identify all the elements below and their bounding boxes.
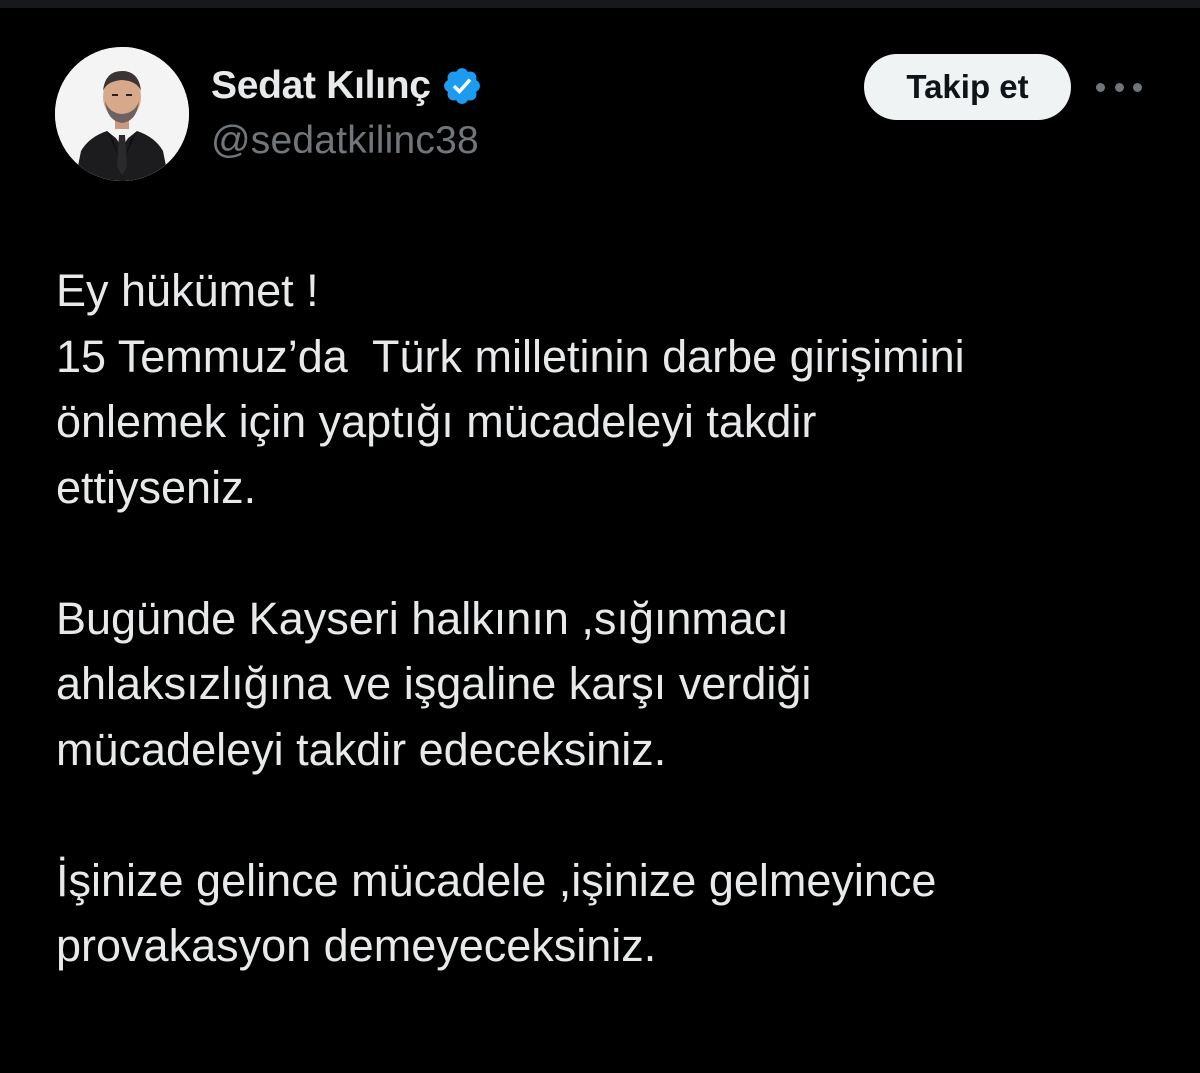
more-dot [1133, 82, 1142, 92]
top-divider [0, 0, 1200, 8]
tweet-line: İşinize gelince mücadele ,işinize gelmey… [56, 854, 937, 906]
author-display-name[interactable]: Sedat Kılınç [211, 64, 431, 108]
avatar-photo [55, 47, 189, 181]
avatar[interactable] [55, 47, 189, 181]
follow-button[interactable]: Takip et [864, 54, 1071, 120]
tweet-line: provakasyon demeyeceksiniz. [56, 920, 657, 971]
tweet-line: 15 Temmuz’da Türk milletinin darbe giriş… [56, 330, 965, 382]
author-handle[interactable]: @sedatkilinc38 [211, 119, 479, 163]
tweet-text: Ey hükümet ! 15 Temmuz’da Türk milletini… [56, 258, 1156, 979]
tweet-line: ahlaksızlığına ve işgaline karşı verdiği [56, 658, 812, 709]
author-name-row[interactable]: Sedat Kılınç [211, 64, 483, 108]
tweet-line: Bugünde Kayseri halkının ,sığınmacı [56, 592, 789, 644]
verified-badge-icon[interactable] [441, 65, 483, 107]
more-horizontal-icon[interactable] [1096, 74, 1142, 100]
tweet-line: mücadeleyi takdir edeceksiniz. [56, 723, 667, 775]
tweet-line: ettiyseniz. [56, 461, 257, 513]
more-dot [1114, 82, 1124, 92]
more-dot [1096, 82, 1105, 92]
tweet-line: önlemek için yaptığı mücadeleyi takdir [56, 396, 817, 447]
tweet-line: Ey hükümet ! [56, 265, 319, 316]
